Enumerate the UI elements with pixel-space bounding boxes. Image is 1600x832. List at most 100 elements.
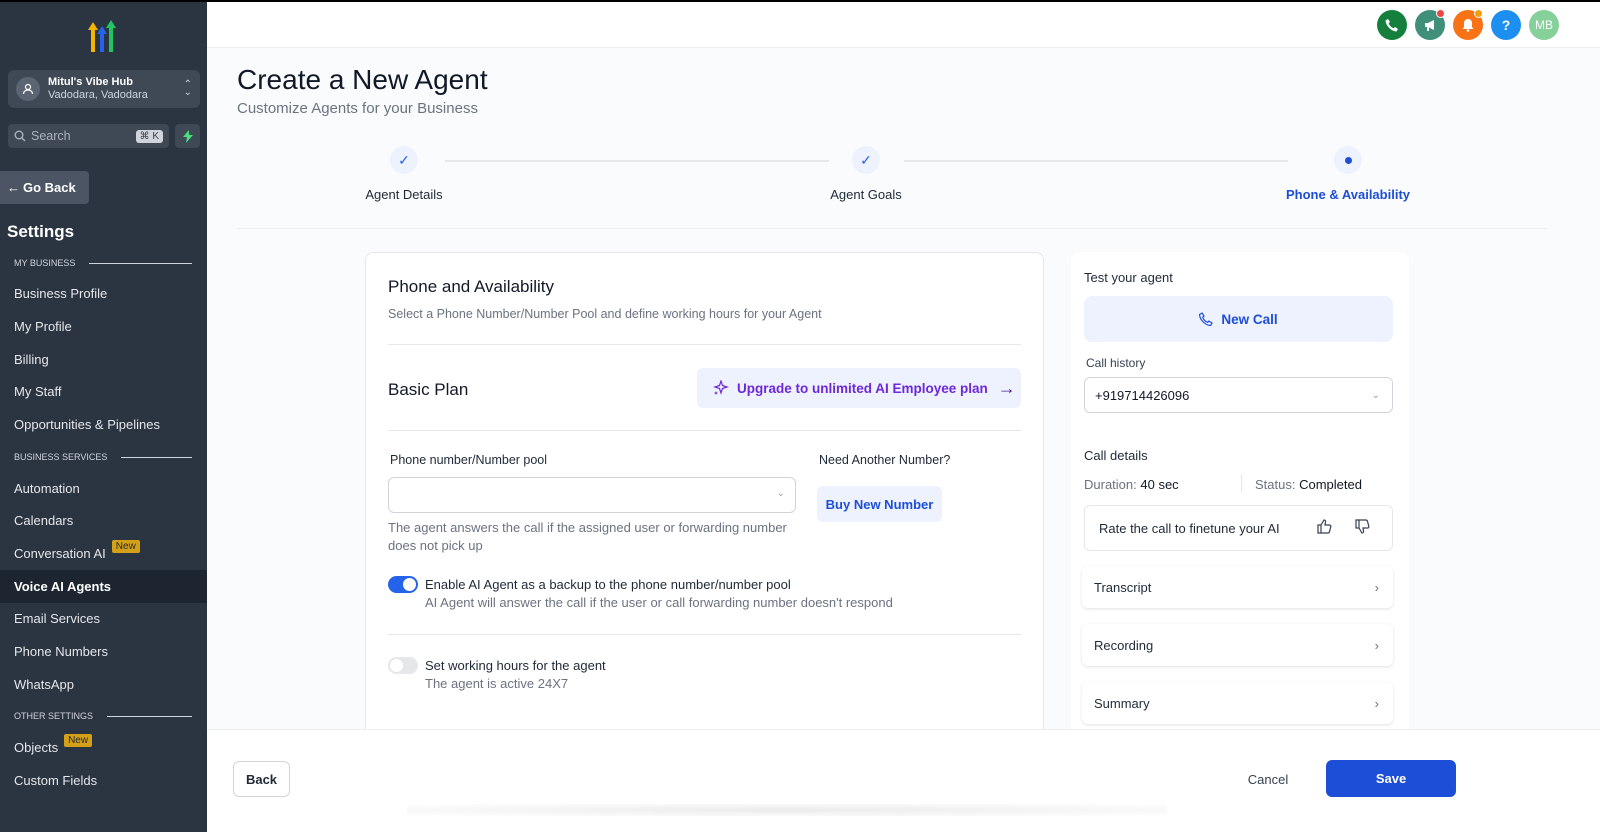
sidebar-item-automation[interactable]: Automation xyxy=(0,472,207,505)
sidebar: Mitul's Vibe Hub Vadodara, Vadodara ⌃ ⌄ S… xyxy=(0,2,207,832)
top-bar: ? MB xyxy=(207,2,1600,48)
cancel-button[interactable]: Cancel xyxy=(1237,761,1299,797)
transcript-accordion[interactable]: Transcript › xyxy=(1082,566,1393,608)
chevron-down-icon: ⌄ xyxy=(1371,389,1380,401)
need-another-label: Need Another Number? xyxy=(819,453,951,467)
go-back-button[interactable]: ← Go Back xyxy=(0,171,89,204)
save-button[interactable]: Save xyxy=(1326,760,1456,797)
bell-icon[interactable] xyxy=(1453,9,1483,40)
sidebar-item-my-staff[interactable]: My Staff xyxy=(0,375,207,408)
phone-icon[interactable] xyxy=(1377,10,1407,40)
sidebar-item-conversation-ai[interactable]: Conversation AI New xyxy=(0,537,207,570)
search-shortcut: ⌘ K xyxy=(135,129,163,143)
sparkle-icon xyxy=(713,380,729,395)
status-info: Status: Completed xyxy=(1255,477,1362,492)
sidebar-item-calendars[interactable]: Calendars xyxy=(0,504,207,537)
backup-title: Enable AI Agent as a backup to the phone… xyxy=(425,577,791,592)
rate-call-box: Rate the call to finetune your AI xyxy=(1084,505,1393,551)
working-hours-title: Set working hours for the agent xyxy=(425,658,606,673)
arrow-right-icon: → xyxy=(997,377,1016,398)
settings-title: Settings xyxy=(7,222,75,241)
app-logo[interactable] xyxy=(84,20,124,54)
new-call-label: New Call xyxy=(1221,311,1278,327)
sidebar-item-objects[interactable]: Objects New xyxy=(0,731,207,764)
search-input[interactable]: Search ⌘ K xyxy=(8,124,169,148)
sidebar-item-whatsapp[interactable]: WhatsApp xyxy=(0,668,207,701)
phone-helper-text: The agent answers the call if the assign… xyxy=(388,520,787,553)
summary-label: Summary xyxy=(1094,695,1150,711)
step-1-check-icon: ✓ xyxy=(390,146,418,174)
rate-call-label: Rate the call to finetune your AI xyxy=(1099,520,1280,536)
upgrade-label: Upgrade to unlimited AI Employee plan xyxy=(737,380,988,396)
recording-label: Recording xyxy=(1094,637,1154,653)
search-placeholder: Search xyxy=(31,129,71,143)
sidebar-item-label: Conversation AI xyxy=(14,546,106,561)
sidebar-item-phone-numbers[interactable]: Phone Numbers xyxy=(0,635,207,668)
megaphone-icon[interactable] xyxy=(1415,9,1445,40)
location-icon xyxy=(16,77,40,101)
chevron-down-icon: ⌄ xyxy=(776,488,785,499)
go-back-label: Go Back xyxy=(23,180,76,195)
step-2-check-icon: ✓ xyxy=(852,146,880,174)
sidebar-item-email-services[interactable]: Email Services xyxy=(0,602,207,635)
duration-info: Duration: 40 sec xyxy=(1084,477,1179,492)
buy-new-number-button[interactable]: Buy New Number xyxy=(817,486,942,522)
new-badge: New xyxy=(111,540,140,553)
step-connector xyxy=(904,160,1288,162)
card-subtitle: Select a Phone Number/Number Pool and de… xyxy=(388,307,822,321)
page-title: Create a New Agent xyxy=(237,64,488,95)
search-icon xyxy=(14,130,26,142)
divider xyxy=(388,344,1021,345)
new-badge: New xyxy=(64,734,93,747)
divider xyxy=(388,634,1021,635)
step-agent-details[interactable]: Agent Details xyxy=(365,187,442,202)
chevron-right-icon: › xyxy=(1374,637,1379,653)
notification-dot xyxy=(1436,9,1445,18)
sidebar-item-custom-fields[interactable]: Custom Fields xyxy=(0,764,207,797)
scroll-shadow xyxy=(407,804,1167,816)
summary-accordion[interactable]: Summary › xyxy=(1082,682,1393,724)
phone-pool-label: Phone number/Number pool xyxy=(390,453,548,467)
upgrade-plan-button[interactable]: Upgrade to unlimited AI Employee plan → xyxy=(697,368,1021,408)
sidebar-item-billing[interactable]: Billing xyxy=(0,343,207,376)
sidebar-item-business-profile[interactable]: Business Profile xyxy=(0,277,207,310)
chevron-right-icon: › xyxy=(1374,695,1379,711)
working-hours-toggle[interactable] xyxy=(388,657,418,674)
thumbs-down-icon[interactable] xyxy=(1355,519,1370,537)
section-business-services: BUSINESS SERVICES xyxy=(14,452,192,462)
help-icon[interactable]: ? xyxy=(1491,10,1521,40)
account-location: Vadodara, Vadodara xyxy=(48,89,148,101)
call-history-value: +919714426096 xyxy=(1095,387,1190,403)
chevron-updown-icon: ⌃ ⌄ xyxy=(183,79,192,98)
backup-subtitle: AI Agent will answer the call if the use… xyxy=(425,595,893,610)
transcript-label: Transcript xyxy=(1094,579,1152,595)
phone-availability-card: Phone and Availability Select a Phone Nu… xyxy=(365,252,1044,752)
sidebar-item-opportunities[interactable]: Opportunities & Pipelines xyxy=(0,408,207,441)
phone-call-icon xyxy=(1199,312,1214,326)
arrow-left-icon: ← xyxy=(7,180,20,195)
call-history-label: Call history xyxy=(1086,356,1146,370)
call-history-select[interactable]: +919714426096 ⌄ xyxy=(1084,377,1393,413)
section-my-business: MY BUSINESS xyxy=(14,258,192,268)
chevron-right-icon: › xyxy=(1374,579,1379,595)
divider xyxy=(388,430,1021,431)
step-phone-availability[interactable]: Phone & Availability xyxy=(1286,187,1410,202)
quick-action-bolt-icon[interactable] xyxy=(175,124,200,148)
thumbs-up-icon[interactable] xyxy=(1317,519,1332,537)
divider xyxy=(1241,474,1242,492)
sidebar-item-my-profile[interactable]: My Profile xyxy=(0,310,207,343)
card-title: Phone and Availability xyxy=(388,277,555,296)
back-button[interactable]: Back xyxy=(233,761,290,797)
sidebar-item-voice-ai-agents[interactable]: Voice AI Agents xyxy=(0,570,207,603)
backup-toggle[interactable] xyxy=(388,576,418,593)
step-agent-goals[interactable]: Agent Goals xyxy=(830,187,902,202)
call-details-label: Call details xyxy=(1084,448,1148,463)
account-switcher[interactable]: Mitul's Vibe Hub Vadodara, Vadodara ⌃ ⌄ xyxy=(8,70,200,108)
phone-pool-select[interactable]: ⌄ xyxy=(388,477,796,513)
step-3-current-icon xyxy=(1334,146,1362,174)
user-avatar[interactable]: MB xyxy=(1529,10,1559,40)
account-name: Mitul's Vibe Hub xyxy=(48,76,133,88)
new-call-button[interactable]: New Call xyxy=(1084,296,1393,342)
main-content: ? MB Create a New Agent Customize Agents… xyxy=(207,2,1600,832)
recording-accordion[interactable]: Recording › xyxy=(1082,624,1393,666)
